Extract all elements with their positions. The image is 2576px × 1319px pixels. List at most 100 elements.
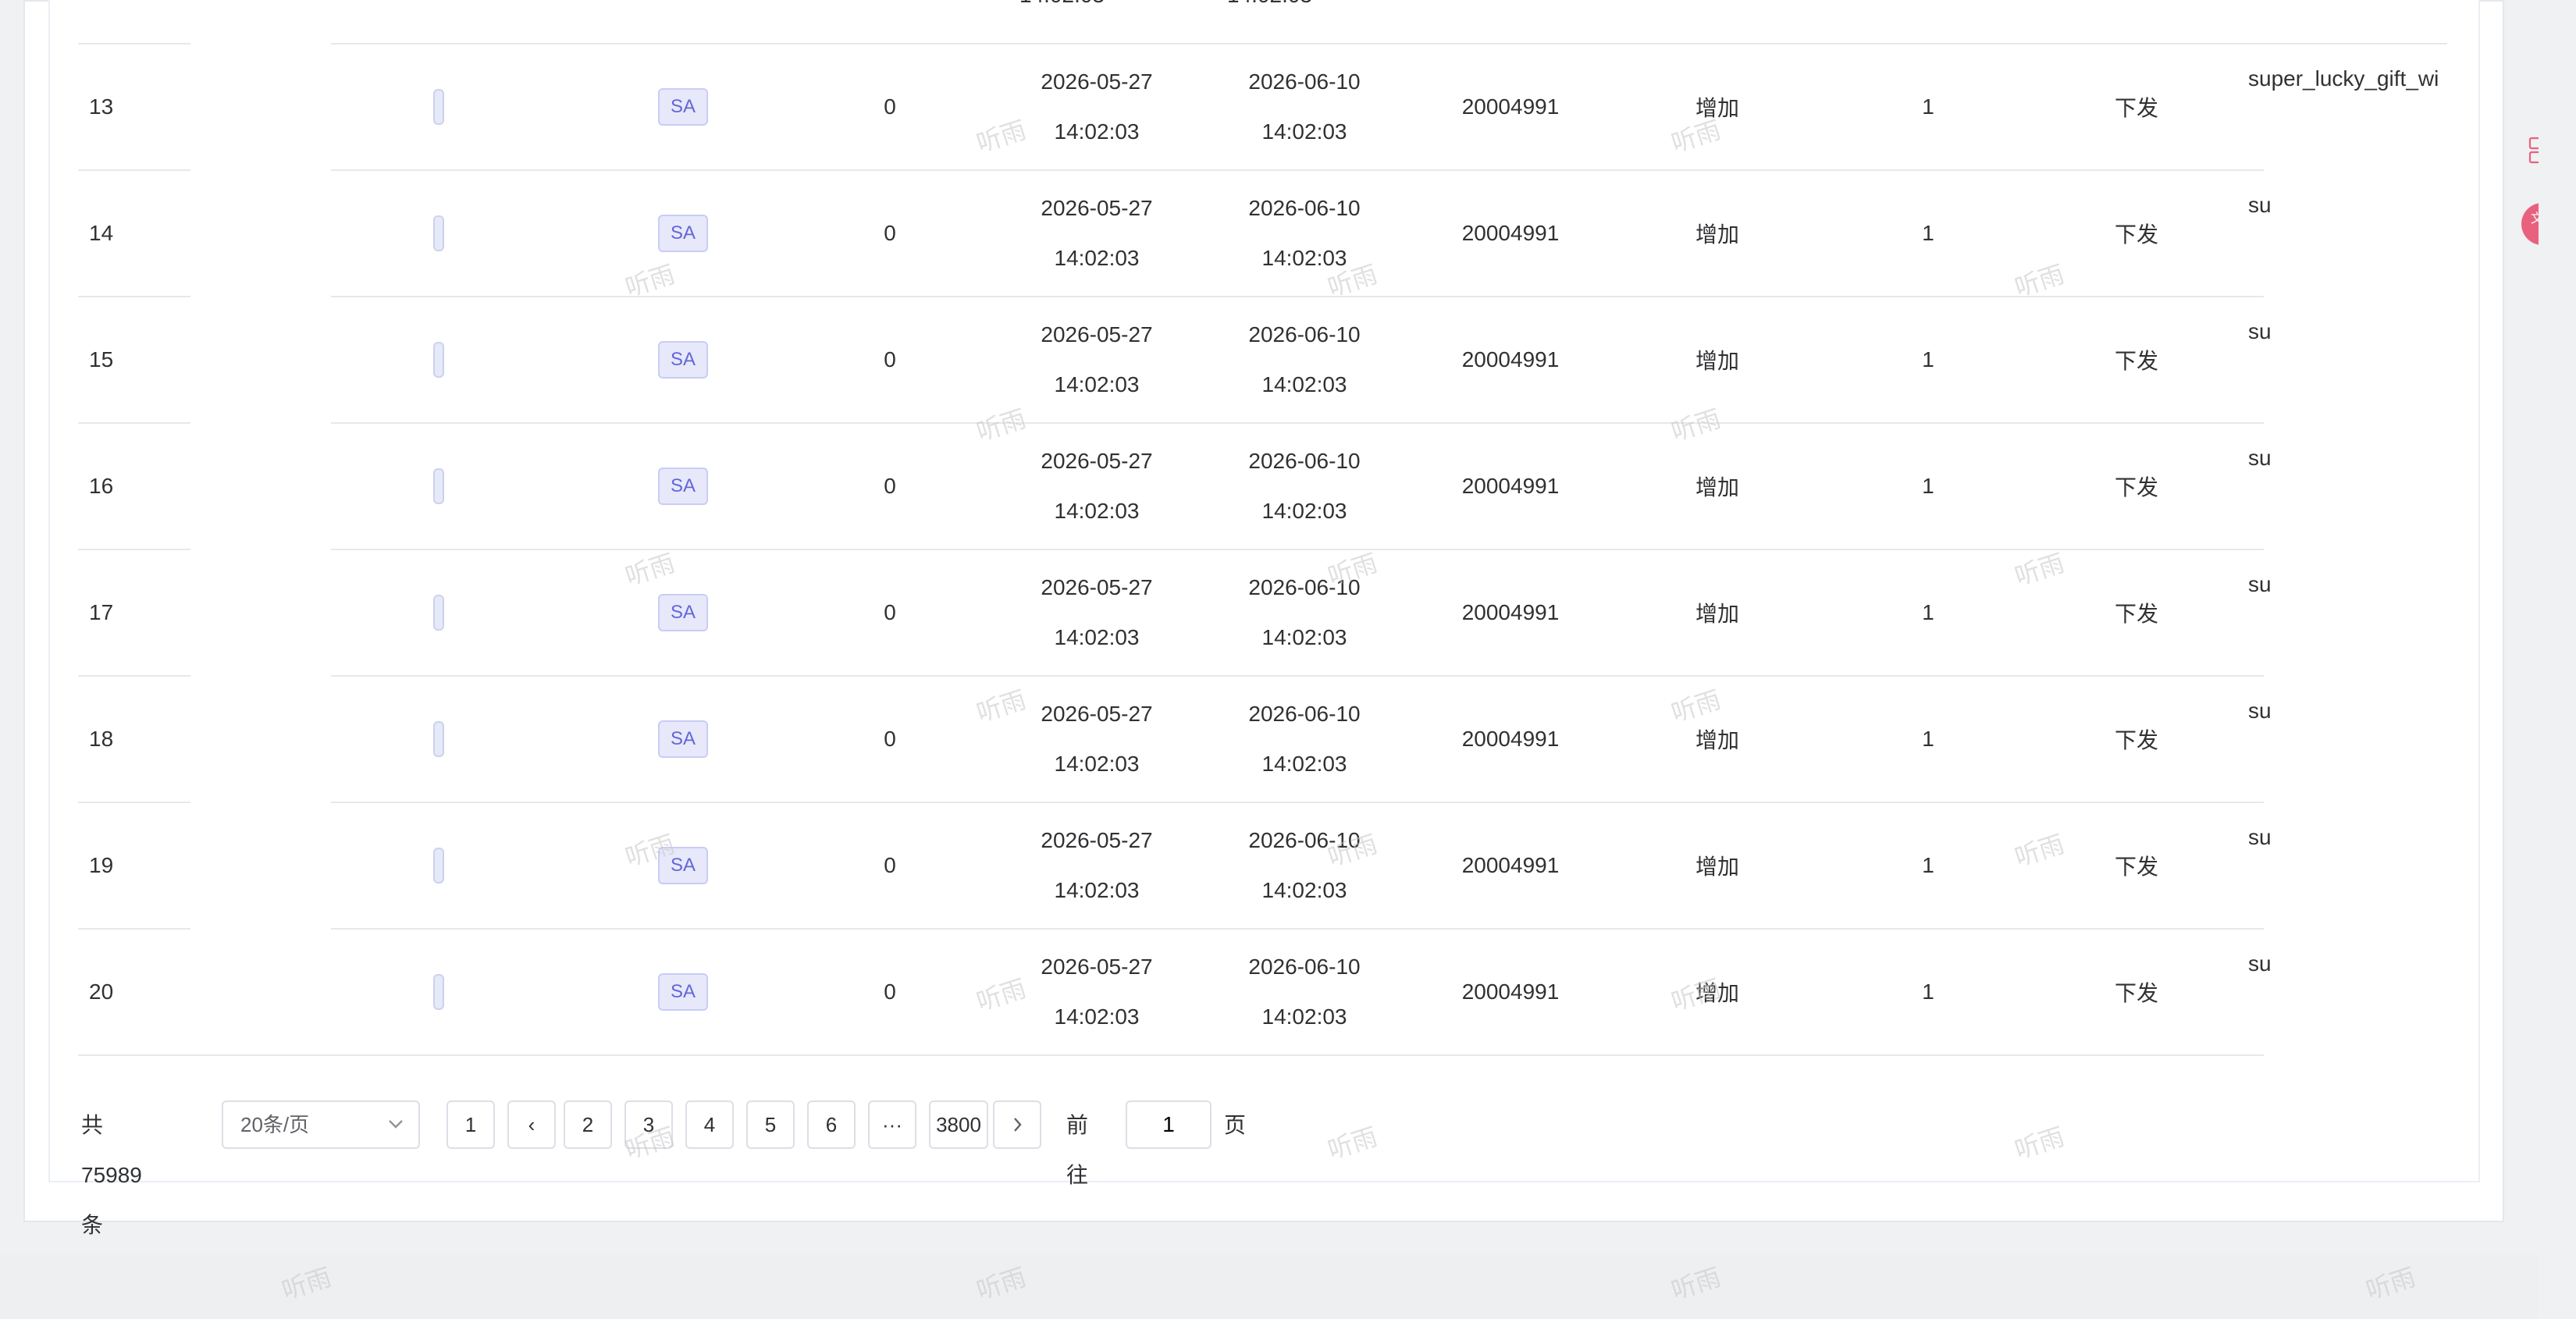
page-3-button[interactable]: 3 [624,1100,673,1149]
count-cell: 1 [1850,803,2006,928]
table-row: 15 SA 0 2026-05-27 14:02:03 2026-06-10 14:02:0… [78,297,2264,424]
code-value: 20004991 [1461,727,1560,751]
end-datetime: 2026-06-10 14:02:03 [1222,297,1386,422]
count-value: 1 [1922,221,1934,245]
count-value: 1 [1922,727,1934,751]
action-value: 增加 [1695,349,1739,373]
type-tag: SA [657,594,708,631]
code-value: 20004991 [1461,94,1560,119]
partial-row-time-end: 14:02:03 [1227,0,1312,8]
chevron-right-icon [1009,1118,1025,1152]
action-cell: 增加 [1639,424,1795,549]
count-cell: 1 [1850,930,2006,1054]
action-value: 增加 [1695,728,1739,752]
operation-value: 下发 [2114,475,2158,500]
zero-cell: 0 [859,297,921,422]
start-date: 2026-05-27 [1041,196,1153,220]
row-index-text: 13 [89,94,114,119]
zero-value: 0 [884,727,896,751]
hidden-column-tag [433,215,444,251]
row-index-text: 14 [89,221,114,245]
operation-cell: 下发 [2058,677,2215,802]
zero-cell: 0 [859,930,921,1054]
zero-cell: 0 [859,424,921,549]
zero-cell: 0 [859,171,921,296]
zero-value: 0 [884,474,896,498]
zero-value: 0 [884,347,896,372]
table-row: 17 SA 0 2026-05-27 14:02:03 2026-06-10 14:02:0… [78,550,2264,677]
count-cell: 1 [1850,171,2006,296]
zero-cell: 0 [859,803,921,928]
column-gap-mask [190,41,331,49]
end-time: 14:02:03 [1261,1004,1347,1029]
page-6-button[interactable]: 6 [807,1100,856,1149]
zero-value: 0 [884,853,896,877]
page-size-value: 20条/页 [240,1113,310,1136]
start-time: 14:02:03 [1054,119,1140,144]
type-tag: SA [657,88,708,126]
page-size-select[interactable]: 20条/页 [222,1100,420,1149]
code-value: 20004991 [1461,600,1560,624]
end-date: 2026-06-10 [1248,449,1361,473]
table-row: 19 SA 0 2026-05-27 14:02:03 2026-06-10 14:02:0… [78,803,2264,930]
type-tag-cell: SA [648,171,718,296]
zero-value: 0 [884,979,896,1004]
operation-value: 下发 [2114,222,2158,247]
action-value: 增加 [1695,475,1739,500]
table-row: 13 SA 0 2026-05-27 14:02:03 2026-06-10 14:02:0… [78,44,2264,171]
code-value: 20004991 [1461,979,1560,1004]
start-time: 14:02:03 [1054,372,1140,396]
action-cell: 增加 [1639,930,1795,1054]
column-gap-mask [190,674,331,681]
page-5-button[interactable]: 5 [746,1100,795,1149]
code-cell: 20004991 [1429,171,1592,296]
end-time: 14:02:03 [1261,246,1347,270]
next-page-button[interactable] [993,1100,1041,1149]
page-1-button[interactable]: 1 [447,1100,495,1149]
hidden-column-tag [433,342,444,378]
row-index: 20 [89,930,183,1054]
end-datetime: 2026-06-10 14:02:03 [1222,550,1386,675]
type-tag-cell: SA [648,930,718,1054]
right-gutter [2539,0,2576,1319]
page-2-button[interactable]: 2 [564,1100,612,1149]
action-value: 增加 [1695,222,1739,247]
start-datetime: 2026-05-27 14:02:03 [1015,930,1179,1054]
end-date: 2026-06-10 [1248,702,1361,726]
start-date: 2026-05-27 [1041,702,1153,726]
operation-cell: 下发 [2058,803,2215,928]
extra-column-text: su [2248,319,2272,343]
end-date: 2026-06-10 [1248,196,1361,220]
row-index: 13 [89,44,183,169]
operation-value: 下发 [2114,96,2158,120]
start-time: 14:02:03 [1054,499,1140,523]
type-tag: SA [657,847,708,884]
type-tag-cell: SA [648,803,718,928]
operation-cell: 下发 [2058,44,2215,169]
code-value: 20004991 [1461,474,1560,498]
goto-prefix: 前往 [1066,1113,1089,1187]
operation-cell: 下发 [2058,930,2215,1054]
extra-column-text: su [2248,193,2272,217]
row-index: 14 [89,171,183,296]
last-page-button[interactable]: 3800 [929,1100,988,1149]
hidden-column-tag [433,721,444,757]
end-datetime: 2026-06-10 14:02:03 [1222,424,1386,549]
start-datetime: 2026-05-27 14:02:03 [1015,424,1179,549]
prev-page-button[interactable]: ‹ [507,1100,556,1149]
more-pages-button[interactable]: ··· [868,1100,916,1149]
start-datetime: 2026-05-27 14:02:03 [1015,677,1179,802]
end-datetime: 2026-06-10 14:02:03 [1222,930,1386,1054]
goto-page-input[interactable] [1126,1100,1212,1149]
row-index-text: 17 [89,600,114,624]
start-date: 2026-05-27 [1041,955,1153,979]
type-tag: SA [657,720,708,758]
start-datetime: 2026-05-27 14:02:03 [1015,550,1179,675]
page-4-button[interactable]: 4 [685,1100,734,1149]
zero-cell: 0 [859,550,921,675]
action-value: 增加 [1695,96,1739,120]
start-time: 14:02:03 [1054,1004,1140,1029]
column-gap-mask [190,800,331,808]
type-tag-cell: SA [648,424,718,549]
partial-row-time-start: 14:02:03 [1019,0,1105,8]
